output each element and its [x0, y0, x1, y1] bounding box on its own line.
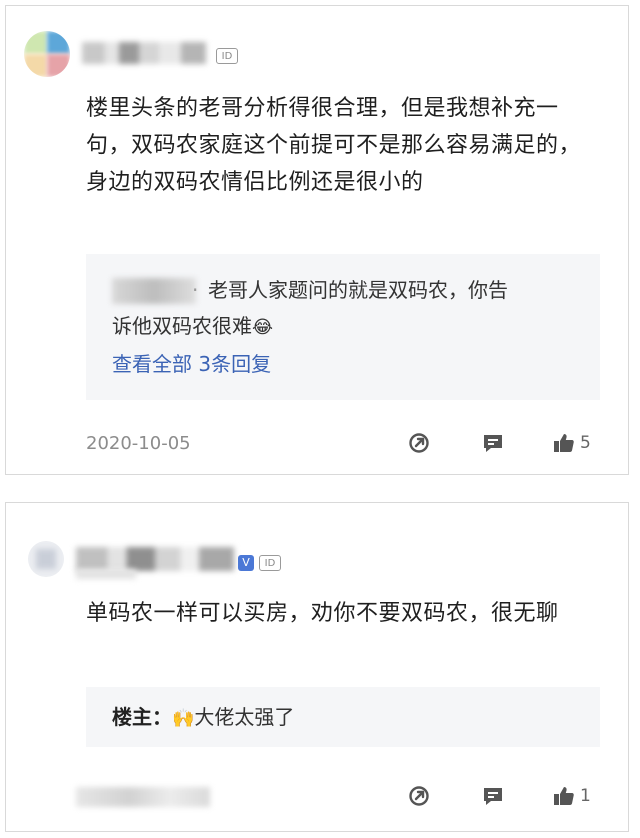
share-button[interactable] — [407, 784, 431, 808]
reply-text-line1: 老哥人家题问的就是双码农，你告 — [208, 278, 508, 302]
share-icon — [409, 433, 429, 453]
user-subline — [76, 569, 136, 579]
share-button[interactable] — [407, 431, 431, 455]
comment-button[interactable] — [481, 784, 505, 808]
comment-button[interactable] — [481, 431, 505, 455]
comment-icon — [484, 788, 502, 805]
post-date — [76, 787, 210, 807]
username[interactable] — [82, 42, 206, 64]
thumbs-up-icon — [554, 787, 574, 805]
reply-box[interactable]: · 老哥人家题问的就是双码农，你告 诉他双码农很难😂 查看全部 3条回复 — [86, 254, 600, 400]
reply-text: 楼主：🙌大佬太强了 — [112, 701, 294, 735]
like-count: 5 — [580, 433, 591, 453]
like-button[interactable]: 1 — [552, 784, 591, 808]
share-icon — [409, 786, 429, 806]
avatar[interactable] — [28, 541, 64, 577]
like-button[interactable]: 5 — [552, 431, 591, 455]
applause-emoji-icon: 🙌 — [172, 708, 195, 729]
reply-text-content: 大佬太强了 — [194, 705, 295, 729]
comment-card: ID 楼里头条的老哥分析得很合理，但是我想补充一句，双码农家庭这个前提可不是那么… — [5, 5, 629, 475]
id-badge: ID — [259, 555, 281, 571]
comment-content: 单码农一样可以买房，劝你不要双码农，很无聊 — [86, 601, 559, 626]
username[interactable] — [76, 547, 234, 571]
reply-box[interactable]: 楼主：🙌大佬太强了 — [86, 687, 600, 747]
post-date: 2020-10-05 — [86, 433, 191, 454]
reply-text-line2-text: 诉他双码农很难 — [112, 314, 252, 338]
avatar[interactable] — [24, 31, 70, 77]
like-count: 1 — [580, 786, 591, 806]
reply-author[interactable] — [112, 278, 196, 304]
verified-badge-icon: V — [238, 555, 254, 571]
reply-text-line2: 诉他双码农很难😂 — [112, 310, 273, 344]
laughing-emoji-icon: 😂 — [252, 317, 274, 338]
comment-card: V ID 单码农一样可以买房，劝你不要双码农，很无聊 楼主：🙌大佬太强了 1 — [5, 502, 629, 832]
reply-separator: · — [192, 278, 199, 302]
thumbs-up-icon — [554, 434, 574, 452]
view-all-replies-link[interactable]: 查看全部 3条回复 — [112, 348, 271, 377]
id-badge: ID — [216, 48, 238, 64]
comment-content: 楼里头条的老哥分析得很合理，但是我想补充一句，双码农家庭这个前提可不是那么容易满… — [86, 96, 582, 195]
comment-icon — [484, 435, 502, 452]
reply-author[interactable]: 楼主： — [112, 705, 172, 729]
